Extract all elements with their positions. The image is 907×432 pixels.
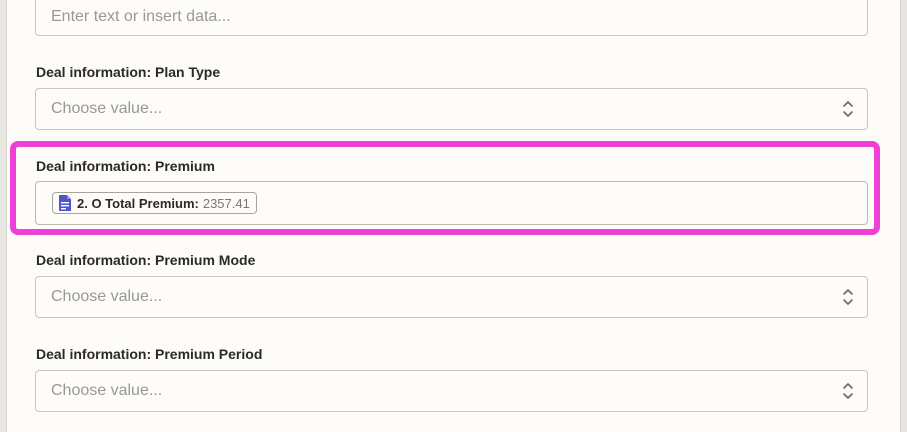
text-input[interactable]: Enter text or insert data... xyxy=(35,0,868,36)
text-input-placeholder: Enter text or insert data... xyxy=(51,8,231,25)
premium-period-select[interactable]: Choose value... xyxy=(35,370,868,412)
premium-period-label: Deal information: Premium Period xyxy=(36,346,263,362)
chevron-up-down-icon xyxy=(843,101,853,117)
form-panel: Enter text or insert data... Deal inform… xyxy=(6,0,901,432)
premium-mode-select[interactable]: Choose value... xyxy=(35,276,868,318)
chevron-up-down-icon xyxy=(843,289,853,305)
plan-type-select[interactable]: Choose value... xyxy=(35,88,868,130)
chevron-up-down-icon xyxy=(843,383,853,399)
premium-mode-label: Deal information: Premium Mode xyxy=(36,252,256,268)
premium-period-placeholder: Choose value... xyxy=(51,382,163,399)
plan-type-placeholder: Choose value... xyxy=(51,100,163,117)
plan-type-label: Deal information: Plan Type xyxy=(36,64,221,80)
premium-mode-placeholder: Choose value... xyxy=(51,288,163,305)
highlight-annotation xyxy=(10,141,880,235)
